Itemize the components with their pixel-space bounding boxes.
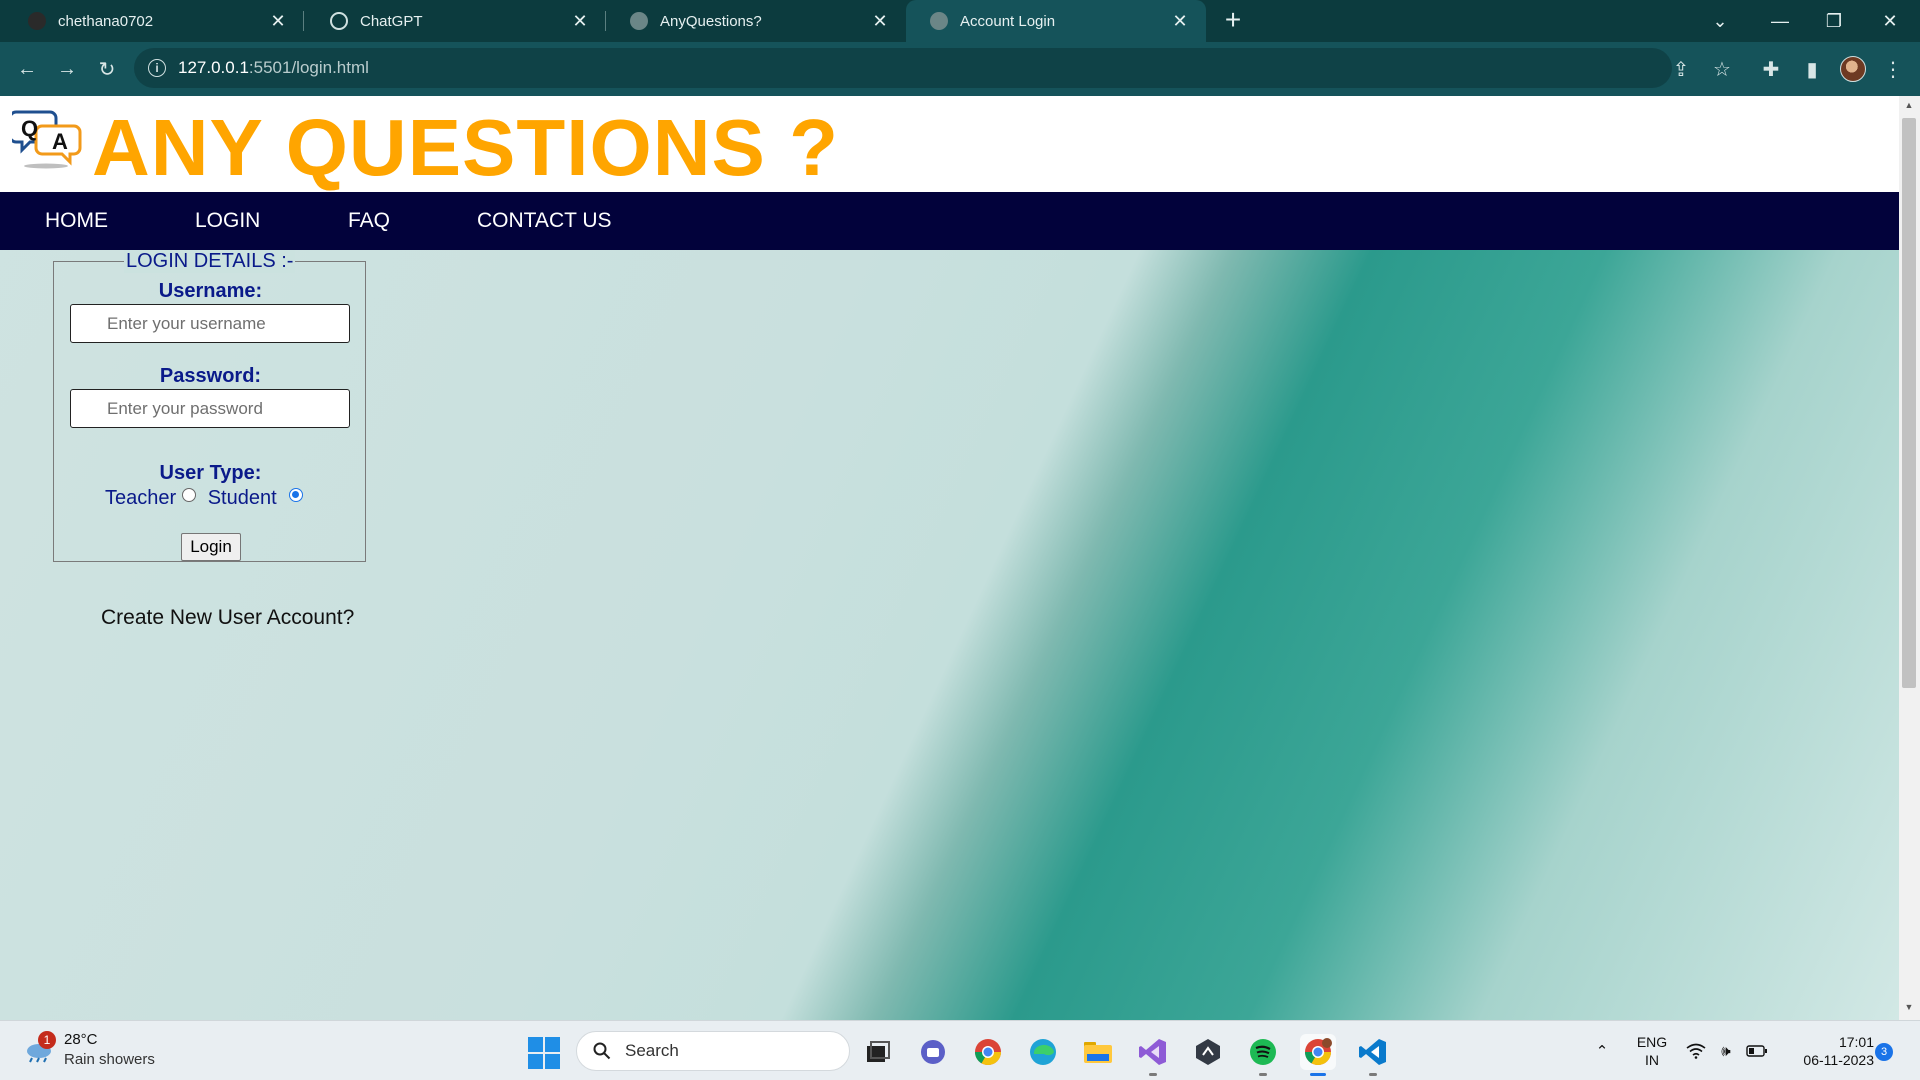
language-indicator[interactable]: ENG IN <box>1632 1033 1672 1069</box>
search-icon <box>593 1042 611 1060</box>
password-input[interactable] <box>70 389 350 428</box>
task-view-icon[interactable] <box>860 1034 896 1070</box>
username-label: Username: <box>158 280 263 302</box>
nav-home[interactable]: HOME <box>45 192 108 250</box>
clock-date: 06-11-2023 <box>1803 1052 1874 1068</box>
forward-icon[interactable]: → <box>52 54 82 84</box>
chrome-profile-icon[interactable] <box>1300 1034 1336 1076</box>
show-hidden-icons-icon[interactable]: ⌃ <box>1590 1021 1614 1080</box>
address-bar[interactable]: i 127.0.0.1:5501/login.html <box>134 48 1672 88</box>
nav-faq[interactable]: FAQ <box>348 192 390 250</box>
teacher-radio[interactable] <box>182 488 197 502</box>
tab-search-icon[interactable]: ⌄ <box>1692 0 1748 42</box>
password-label: Password: <box>159 365 262 387</box>
svg-text:A: A <box>52 129 68 154</box>
login-legend: LOGIN DETAILS :- <box>124 250 296 273</box>
new-tab-button[interactable]: + <box>1218 6 1248 36</box>
student-label: Student <box>207 487 277 509</box>
reload-icon[interactable]: ↻ <box>92 54 122 84</box>
teacher-label: Teacher <box>105 487 177 509</box>
main-navbar: HOME LOGIN FAQ CONTACT US <box>0 192 1899 250</box>
close-tab-icon[interactable]: ✕ <box>868 9 892 33</box>
github-icon <box>28 12 46 30</box>
login-button[interactable]: Login <box>181 533 241 561</box>
login-fieldset: LOGIN DETAILS :- Username: Password: Use… <box>53 250 367 562</box>
create-account-link[interactable]: Create New User Account? <box>101 606 354 630</box>
file-explorer-icon[interactable] <box>1080 1034 1116 1070</box>
user-type-label: User Type: <box>159 462 262 484</box>
tab-title: ChatGPT <box>360 12 423 30</box>
scroll-up-icon[interactable]: ▲ <box>1903 100 1915 114</box>
globe-icon <box>930 12 948 30</box>
tab-github[interactable]: chethana0702 ✕ <box>4 0 304 42</box>
scroll-down-icon[interactable]: ▼ <box>1903 1002 1915 1016</box>
teams-chat-icon[interactable] <box>915 1034 951 1070</box>
weather-description: Rain showers <box>64 1051 155 1068</box>
clock-time: 17:01 <box>1838 1034 1874 1050</box>
qa-logo-icon: Q A <box>12 110 82 169</box>
user-type-options: Teacher Student <box>54 487 367 510</box>
nav-contact-us[interactable]: CONTACT US <box>477 192 612 250</box>
side-panel-icon[interactable]: ▮ <box>1797 54 1827 84</box>
tab-account-login[interactable]: Account Login ✕ <box>906 0 1206 42</box>
globe-icon <box>630 12 648 30</box>
tab-anyquestions[interactable]: AnyQuestions? ✕ <box>606 0 906 42</box>
edge-icon[interactable] <box>1025 1034 1061 1070</box>
student-radio[interactable] <box>288 488 303 502</box>
visual-studio-icon[interactable] <box>1135 1034 1171 1076</box>
restore-button[interactable]: ❐ <box>1806 0 1862 42</box>
wifi-icon[interactable] <box>1684 1021 1708 1080</box>
volume-icon[interactable]: 🕪 <box>1714 1021 1738 1080</box>
notification-badge[interactable]: 3 <box>1875 1043 1893 1061</box>
minimize-button[interactable]: — <box>1752 0 1808 42</box>
site-title: ANY QUESTIONS ? <box>92 103 839 192</box>
chatgpt-icon <box>330 12 348 30</box>
close-tab-icon[interactable]: ✕ <box>1168 9 1192 33</box>
close-tab-icon[interactable]: ✕ <box>266 9 290 33</box>
browser-tab-strip: chethana0702 ✕ ChatGPT ✕ AnyQuestions? ✕… <box>0 0 1920 42</box>
site-info-icon[interactable]: i <box>148 59 166 77</box>
taskbar-search[interactable]: Search <box>576 1031 850 1071</box>
temperature: 28°C <box>64 1031 98 1048</box>
svg-text:Q: Q <box>21 116 38 141</box>
menu-icon[interactable]: ⋮ <box>1878 54 1908 84</box>
scrollbar-thumb[interactable] <box>1902 118 1916 688</box>
language-code: ENG <box>1636 1034 1668 1050</box>
github-desktop-icon[interactable] <box>1190 1034 1226 1070</box>
tab-title: chethana0702 <box>58 12 154 30</box>
profile-avatar[interactable] <box>1840 56 1866 82</box>
close-tab-icon[interactable]: ✕ <box>568 9 592 33</box>
tab-title: AnyQuestions? <box>660 12 762 30</box>
username-input[interactable] <box>70 304 350 343</box>
tab-chatgpt[interactable]: ChatGPT ✕ <box>306 0 606 42</box>
weather-alert-badge: 1 <box>38 1031 56 1049</box>
bookmark-star-icon[interactable]: ☆ <box>1707 54 1737 84</box>
system-clock[interactable]: 17:01 06-11-2023 <box>1778 1033 1874 1069</box>
back-icon[interactable]: ← <box>12 54 42 84</box>
chrome-icon[interactable] <box>970 1034 1006 1070</box>
vscode-icon[interactable] <box>1355 1034 1391 1076</box>
spotify-icon[interactable] <box>1245 1034 1281 1076</box>
battery-icon[interactable] <box>1744 1021 1770 1080</box>
page-viewport: Q A ANY QUESTIONS ? HOME LOGIN FAQ CONTA… <box>0 96 1899 1020</box>
windows-taskbar: 1 28°C Rain showers Search ⌃ ENG IN 🕪 17… <box>0 1020 1920 1080</box>
browser-toolbar: ← → ↻ i 127.0.0.1:5501/login.html ⇪ ☆ ✚ … <box>0 42 1920 96</box>
search-label: Search <box>625 1041 679 1060</box>
close-window-button[interactable]: ✕ <box>1862 0 1918 42</box>
region-code: IN <box>1645 1052 1659 1068</box>
extensions-icon[interactable]: ✚ <box>1756 54 1786 84</box>
windows-start-icon[interactable] <box>528 1037 560 1069</box>
nav-login[interactable]: LOGIN <box>195 192 260 250</box>
share-icon[interactable]: ⇪ <box>1666 54 1696 84</box>
weather-widget[interactable]: 1 28°C Rain showers <box>20 1031 190 1075</box>
tab-title: Account Login <box>960 12 1056 30</box>
site-header: Q A ANY QUESTIONS ? <box>0 96 1899 192</box>
url-text: 127.0.0.1:5501/login.html <box>178 58 369 77</box>
